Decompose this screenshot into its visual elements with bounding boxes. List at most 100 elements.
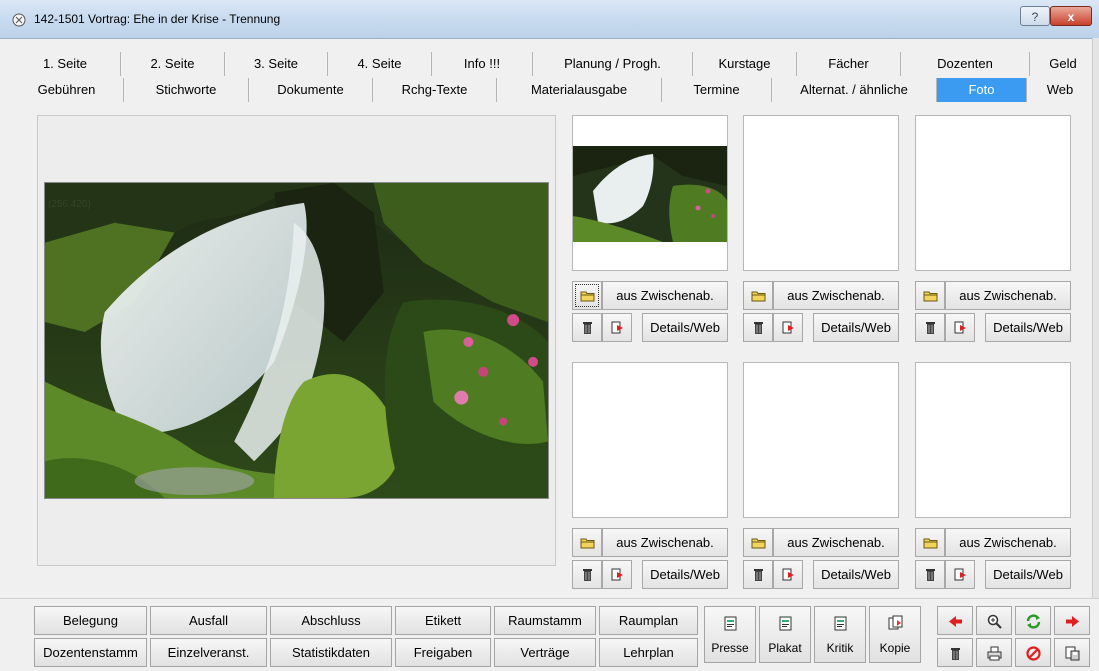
slot-3-clipboard-button[interactable]: aus Zwischenab.	[945, 281, 1071, 310]
dozentenstamm-button[interactable]: Dozentenstamm	[34, 638, 147, 667]
etikett-button[interactable]: Etikett	[395, 606, 491, 635]
slot-6-clipboard-button[interactable]: aus Zwischenab.	[945, 528, 1071, 557]
photo-slot-2[interactable]	[743, 115, 899, 271]
prev-button[interactable]	[937, 606, 973, 635]
slot-4-clipboard-button[interactable]: aus Zwischenab.	[602, 528, 728, 557]
tab-web[interactable]: Web	[1027, 78, 1093, 102]
tab-seite-3[interactable]: 3. Seite	[225, 52, 328, 76]
tab-info[interactable]: Info !!!	[432, 52, 533, 76]
tab-materialausgabe[interactable]: Materialausgabe	[497, 78, 662, 102]
tab-geld[interactable]: Geld	[1030, 52, 1096, 76]
tab-dokumente[interactable]: Dokumente	[249, 78, 373, 102]
export-arrow-icon	[954, 321, 966, 334]
slot-1-delete-button[interactable]	[572, 313, 602, 342]
lehrplan-button[interactable]: Lehrplan	[599, 638, 698, 667]
open-folder-icon	[580, 538, 595, 549]
doc-icon	[779, 616, 792, 631]
slot-2-details-button[interactable]: Details/Web	[813, 313, 899, 342]
slot-5-delete-button[interactable]	[743, 560, 773, 589]
kopie-button[interactable]: Kopie	[869, 606, 921, 663]
cancel-button[interactable]	[1015, 638, 1051, 667]
slot-6-details-button[interactable]: Details/Web	[985, 560, 1071, 589]
tab-kurstage[interactable]: Kurstage	[693, 52, 797, 76]
slot-3-details-button[interactable]: Details/Web	[985, 313, 1071, 342]
refresh-button[interactable]	[1015, 606, 1051, 635]
slot-6-export-button[interactable]	[945, 560, 975, 589]
open-folder-icon	[923, 538, 938, 549]
tab-alternat[interactable]: Alternat. / ähnliche	[772, 78, 937, 102]
slot-4-details-button[interactable]: Details/Web	[642, 560, 728, 589]
tab-faecher[interactable]: Fächer	[797, 52, 901, 76]
trash-icon	[951, 648, 960, 660]
close-button[interactable]: x	[1050, 6, 1092, 26]
doc-icon	[724, 616, 737, 631]
slot-4-export-button[interactable]	[602, 560, 632, 589]
slot-2-export-button[interactable]	[773, 313, 803, 342]
tab-seite-4[interactable]: 4. Seite	[328, 52, 432, 76]
export-arrow-icon	[782, 321, 794, 334]
slot-1-clipboard-button[interactable]: aus Zwischenab.	[602, 281, 728, 310]
window-edge	[1092, 38, 1099, 598]
tab-seite-2[interactable]: 2. Seite	[121, 52, 225, 76]
slot-1-details-button[interactable]: Details/Web	[642, 313, 728, 342]
kritik-button[interactable]: Kritik	[814, 606, 866, 663]
tab-row-1: 1. Seite 2. Seite 3. Seite 4. Seite Info…	[10, 52, 1096, 76]
trash-icon	[583, 322, 592, 334]
save-copy-button[interactable]	[1054, 638, 1090, 667]
doc-icon	[834, 616, 847, 631]
slot-5-details-button[interactable]: Details/Web	[813, 560, 899, 589]
slot-1-open-button[interactable]	[572, 281, 602, 310]
slot-4-delete-button[interactable]	[572, 560, 602, 589]
main-photo[interactable]: (256.420)	[44, 182, 549, 499]
tab-termine[interactable]: Termine	[662, 78, 772, 102]
statistikdaten-button[interactable]: Statistikdaten	[270, 638, 392, 667]
next-button[interactable]	[1054, 606, 1090, 635]
slot-5-open-button[interactable]	[743, 528, 773, 557]
help-button[interactable]: ?	[1020, 6, 1050, 26]
tab-rchg-texte[interactable]: Rchg-Texte	[373, 78, 497, 102]
photo-slot-3[interactable]	[915, 115, 1071, 271]
tab-stichworte[interactable]: Stichworte	[124, 78, 249, 102]
slot-2-open-button[interactable]	[743, 281, 773, 310]
slot-2-delete-button[interactable]	[743, 313, 773, 342]
slot-6-open-button[interactable]	[915, 528, 945, 557]
freigaben-button[interactable]: Freigaben	[395, 638, 491, 667]
tab-foto[interactable]: Foto	[937, 78, 1027, 102]
printer-icon	[987, 646, 1002, 661]
delete-button[interactable]	[937, 638, 973, 667]
app-icon	[12, 13, 26, 27]
slot-3-export-button[interactable]	[945, 313, 975, 342]
tab-gebuehren[interactable]: Gebühren	[10, 78, 124, 102]
tab-planung[interactable]: Planung / Progh.	[533, 52, 693, 76]
cancel-icon	[1026, 646, 1041, 661]
slot-3-open-button[interactable]	[915, 281, 945, 310]
slot-1-export-button[interactable]	[602, 313, 632, 342]
slot-4-open-button[interactable]	[572, 528, 602, 557]
window-title: 142-1501 Vortrag: Ehe in der Krise - Tre…	[34, 12, 281, 26]
einzelveranst-button[interactable]: Einzelveranst.	[150, 638, 267, 667]
slot-2-clipboard-button[interactable]: aus Zwischenab.	[773, 281, 899, 310]
tab-dozenten[interactable]: Dozenten	[901, 52, 1030, 76]
raumplan-button[interactable]: Raumplan	[599, 606, 698, 635]
trash-icon	[583, 569, 592, 581]
slot-5-clipboard-button[interactable]: aus Zwischenab.	[773, 528, 899, 557]
slot-6-delete-button[interactable]	[915, 560, 945, 589]
belegung-button[interactable]: Belegung	[34, 606, 147, 635]
slot-5-export-button[interactable]	[773, 560, 803, 589]
tab-seite-1[interactable]: 1. Seite	[10, 52, 121, 76]
kritik-label: Kritik	[826, 641, 854, 655]
photo-slot-1[interactable]	[572, 115, 728, 271]
abschluss-button[interactable]: Abschluss	[270, 606, 392, 635]
photo-slot-4[interactable]	[572, 362, 728, 518]
print-button[interactable]	[976, 638, 1012, 667]
plakat-button[interactable]: Plakat	[759, 606, 811, 663]
slot-3-delete-button[interactable]	[915, 313, 945, 342]
zoom-button[interactable]	[976, 606, 1012, 635]
photo-slot-5[interactable]	[743, 362, 899, 518]
vertraege-button[interactable]: Verträge	[494, 638, 596, 667]
presse-button[interactable]: Presse	[704, 606, 756, 663]
photo-slot-6[interactable]	[915, 362, 1071, 518]
raumstamm-button[interactable]: Raumstamm	[494, 606, 596, 635]
ausfall-button[interactable]: Ausfall	[150, 606, 267, 635]
export-arrow-icon	[611, 321, 623, 334]
